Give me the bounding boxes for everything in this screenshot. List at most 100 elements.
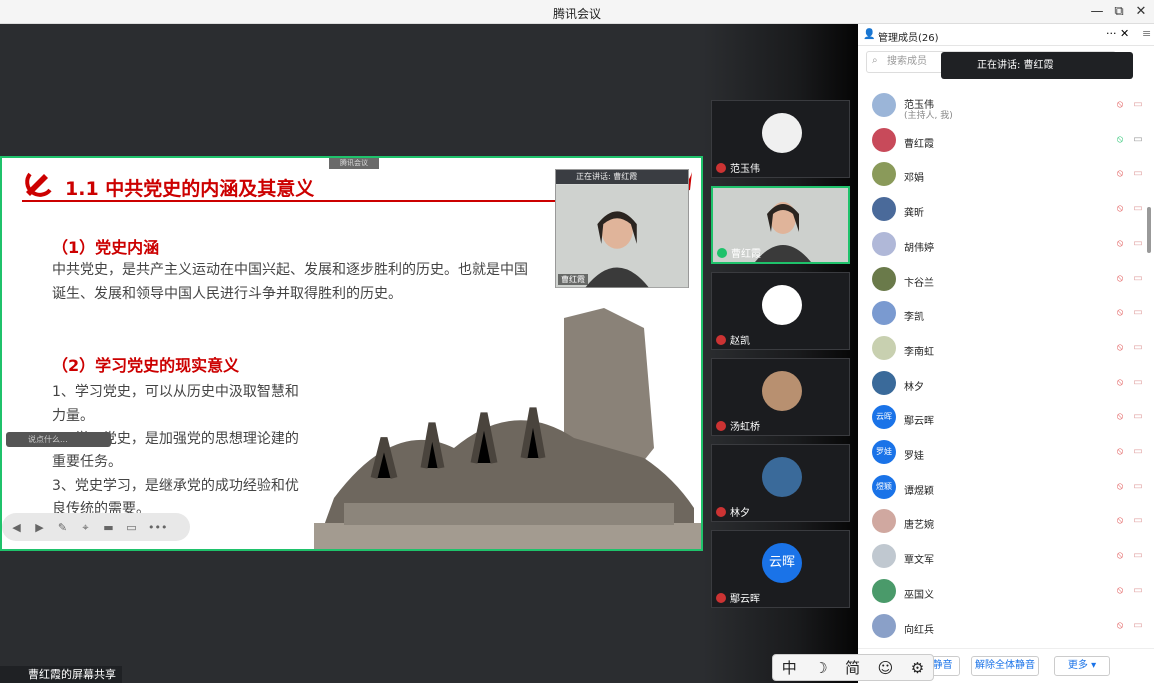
speaking-indicator: 正在讲话: 曹红霞 xyxy=(941,52,1133,79)
member-row[interactable]: 李凯 ⦸ ▭ xyxy=(858,296,1148,330)
member-row[interactable]: 云晖 鄢云晖 ⦸ ▭ xyxy=(858,400,1148,434)
mic-muted-icon[interactable]: ⦸ xyxy=(1114,307,1126,319)
camera-icon[interactable]: ▭ xyxy=(1132,411,1144,423)
camera-icon[interactable]: ▭ xyxy=(1132,481,1144,493)
prev-icon[interactable]: ◀ xyxy=(10,521,23,534)
member-list-scrollbar[interactable] xyxy=(1147,207,1151,253)
camera-icon[interactable]: ▭ xyxy=(1132,307,1144,319)
member-row[interactable]: 范玉伟 (主持人, 我) ⦸ ▭ xyxy=(858,88,1148,122)
unmute-all-button[interactable]: 解除全体静音 xyxy=(971,656,1039,676)
camera-icon[interactable]: ▭ xyxy=(1132,446,1144,458)
member-row[interactable]: 邓娟 ⦸ ▭ xyxy=(858,157,1148,191)
mic-muted-icon[interactable]: ⦸ xyxy=(1114,273,1126,285)
comment-icon[interactable]: ▭ xyxy=(125,521,138,534)
close-button[interactable]: ✕ xyxy=(1130,2,1152,22)
camera-icon[interactable]: ▭ xyxy=(1132,134,1144,146)
pip-video xyxy=(556,184,688,288)
member-row[interactable]: 曹红霞 ⦸ ▭ xyxy=(858,123,1148,157)
member-row[interactable]: 罗娃 罗娃 ⦸ ▭ xyxy=(858,435,1148,469)
point-line: 力量。 xyxy=(52,408,94,424)
avatar xyxy=(872,544,896,569)
minimize-button[interactable]: — xyxy=(1086,2,1108,22)
member-row[interactable]: 李南虹 ⦸ ▭ xyxy=(858,331,1148,365)
mic-muted-icon[interactable]: ⦸ xyxy=(1114,238,1126,250)
camera-icon[interactable]: ▭ xyxy=(1132,620,1144,632)
member-row[interactable]: 卞谷兰 ⦸ ▭ xyxy=(858,262,1148,296)
moon-icon[interactable]: ☽ xyxy=(814,659,827,677)
mic-muted-icon[interactable]: ⦸ xyxy=(1114,515,1126,527)
mic-muted-icon[interactable]: ⦸ xyxy=(1114,620,1126,632)
video-tile[interactable]: 云晖 鄢云晖 xyxy=(711,530,850,608)
mic-muted-icon[interactable]: ⦸ xyxy=(1114,481,1126,493)
member-row[interactable]: 巫国义 ⦸ ▭ xyxy=(858,574,1148,608)
video-tile[interactable]: 汤虹桥 xyxy=(711,358,850,436)
gear-icon[interactable]: ⚙ xyxy=(911,659,924,677)
camera-icon[interactable]: ▭ xyxy=(1132,342,1144,354)
screen-share-label: 曹红霞的屏幕共享 xyxy=(0,666,122,683)
chat-input[interactable]: 说点什么... xyxy=(6,432,111,447)
mic-muted-icon[interactable]: ⦸ xyxy=(1114,585,1126,597)
mic-muted-icon[interactable]: ⦸ xyxy=(1114,446,1126,458)
camera-icon[interactable]: ▬ xyxy=(102,521,115,534)
camera-icon[interactable]: ▭ xyxy=(1132,273,1144,285)
avatar xyxy=(872,93,896,117)
avatar xyxy=(872,266,896,291)
mic-muted-icon[interactable]: ⦸ xyxy=(1114,168,1126,180)
slide-control-bar: ◀ ▶ ✎ ⌖ ▬ ▭ ••• xyxy=(2,513,190,541)
avatar xyxy=(872,509,896,534)
tile-name: 鄢云晖 xyxy=(730,594,760,605)
video-tile-active[interactable]: 曹红霞 xyxy=(711,186,850,264)
ime-toolbar: 中 ☽ 简 ☺ ⚙ xyxy=(772,654,934,681)
more-icon[interactable]: ••• xyxy=(148,521,167,534)
pip-name: 曹红霞 xyxy=(558,274,588,285)
avatar xyxy=(872,301,896,326)
panel-close-button[interactable]: ✕ xyxy=(1120,27,1129,40)
member-row[interactable]: 覃文军 ⦸ ▭ xyxy=(858,539,1148,573)
camera-icon[interactable]: ▭ xyxy=(1132,550,1144,562)
menu-icon[interactable]: ≡ xyxy=(1142,27,1151,40)
avatar: 云晖 xyxy=(762,543,802,583)
camera-icon[interactable]: ▭ xyxy=(1132,515,1144,527)
emoji-icon[interactable]: ☺ xyxy=(878,659,894,677)
video-tile[interactable]: 林夕 xyxy=(711,444,850,522)
member-row[interactable]: 唐艺婉 ⦸ ▭ xyxy=(858,504,1148,538)
mic-muted-icon[interactable]: ⦸ xyxy=(1114,203,1126,215)
ime-simplified-toggle[interactable]: 简 xyxy=(845,657,860,678)
camera-icon[interactable]: ▭ xyxy=(1132,238,1144,250)
camera-icon[interactable]: ▭ xyxy=(1132,168,1144,180)
point-line: 重要任务。 xyxy=(52,454,122,470)
video-tile[interactable]: 范玉伟 xyxy=(711,100,850,178)
member-row[interactable]: 向红兵 ⦸ ▭ xyxy=(858,609,1148,643)
pen-icon[interactable]: ✎ xyxy=(56,521,69,534)
share-tag: 腾讯会议 xyxy=(329,158,379,169)
mic-icon[interactable]: ⦸ xyxy=(1114,134,1126,146)
member-row[interactable]: 林夕 ⦸ ▭ xyxy=(858,366,1148,400)
next-icon[interactable]: ▶ xyxy=(33,521,46,534)
camera-icon[interactable]: ▭ xyxy=(1132,585,1144,597)
mic-muted-icon[interactable]: ⦸ xyxy=(1114,411,1126,423)
mic-muted-icon[interactable]: ⦸ xyxy=(1114,377,1126,389)
tile-name: 赵凯 xyxy=(730,336,750,347)
panel-title: 管理成员(26) xyxy=(878,33,939,44)
mic-muted-icon[interactable]: ⦸ xyxy=(1114,342,1126,354)
camera-icon[interactable]: ▭ xyxy=(1132,203,1144,215)
member-row[interactable]: 煜颖 谭煜颖 ⦸ ▭ xyxy=(858,470,1148,504)
mic-muted-icon[interactable]: ⦸ xyxy=(1114,99,1126,111)
member-name: 谭煜颖 xyxy=(904,485,934,497)
more-button[interactable]: 更多 ▾ xyxy=(1054,656,1110,676)
point-line: 1、学习党史，可以从历史中汲取智慧和 xyxy=(52,384,299,400)
camera-icon[interactable]: ▭ xyxy=(1132,377,1144,389)
ime-chinese-toggle[interactable]: 中 xyxy=(782,657,797,678)
video-tile[interactable]: 赵凯 xyxy=(711,272,850,350)
camera-icon[interactable]: ▭ xyxy=(1132,99,1144,111)
member-row[interactable]: 胡伟婷 ⦸ ▭ xyxy=(858,227,1148,261)
member-row[interactable]: 龚昕 ⦸ ▭ xyxy=(858,192,1148,226)
member-name: 李凯 xyxy=(904,312,924,324)
tile-name: 范玉伟 xyxy=(730,164,760,175)
restore-button[interactable]: ⧉ xyxy=(1108,2,1130,22)
speaker-pip-window[interactable]: 正在讲话: 曹红霞 曹红霞 xyxy=(555,169,689,288)
avatar xyxy=(872,578,896,603)
mic-muted-icon[interactable]: ⦸ xyxy=(1114,550,1126,562)
screenshot-icon[interactable]: ⌖ xyxy=(79,521,92,534)
more-options-button[interactable]: ··· xyxy=(1106,27,1117,40)
